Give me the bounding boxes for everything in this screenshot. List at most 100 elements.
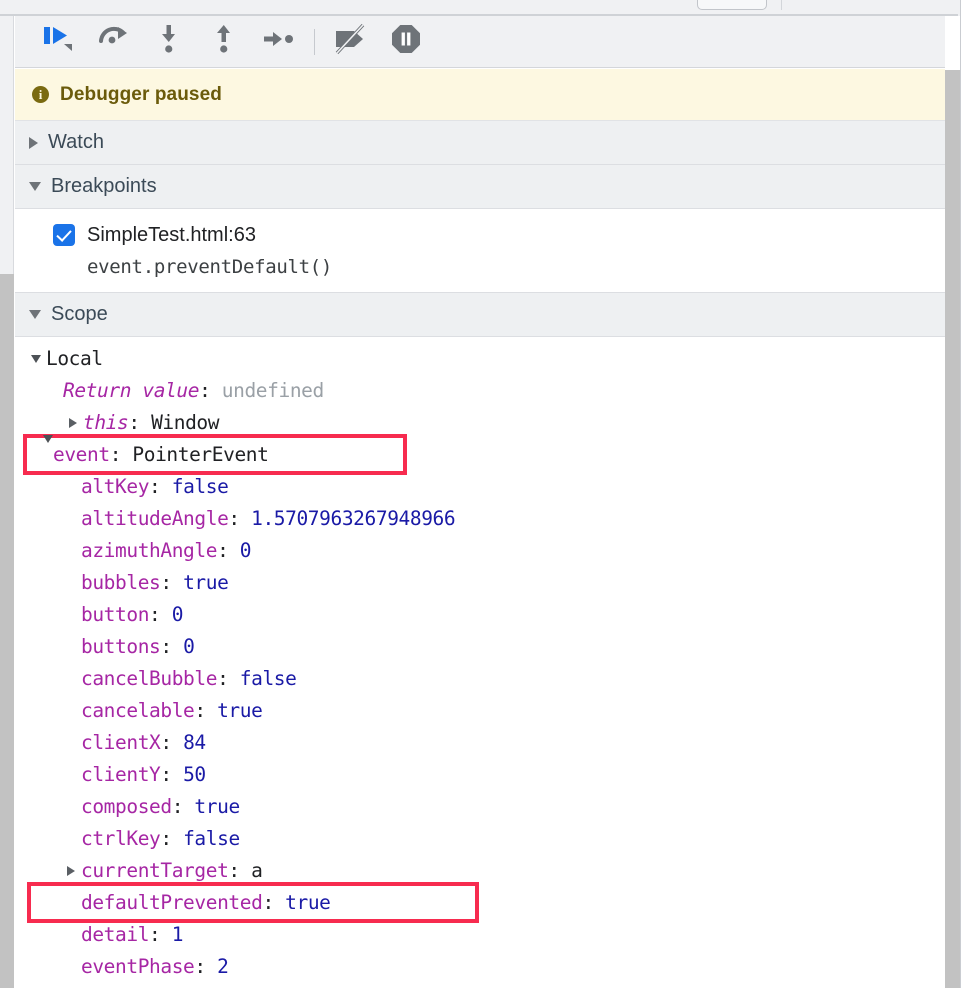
info-icon: i (32, 86, 49, 103)
step-button[interactable] (251, 20, 306, 64)
breakpoint-location: SimpleTest.html:63 (87, 223, 256, 246)
scope-entry-separator: : (217, 667, 240, 690)
scope-entry-key: clientY (81, 763, 161, 786)
scope-local-row[interactable]: Local (15, 343, 945, 375)
scope-entry-separator: : (160, 731, 184, 754)
scope-entry-separator: : (160, 827, 184, 850)
scope-entry-value: true (183, 571, 229, 594)
resume-script-execution-button[interactable] (31, 20, 86, 64)
scope-entry-separator: : (160, 635, 184, 658)
scope-entry-value: 0 (171, 603, 184, 626)
scope-entry-key: cancelable (81, 699, 195, 722)
scope-entry-key: buttons (81, 635, 161, 658)
scope-tree: Local Return value: undefined this: Windo… (15, 337, 945, 983)
scope-entry-key: currentTarget (81, 859, 229, 882)
deactivate-breakpoints-icon (332, 23, 370, 60)
scope-entry-separator: : (171, 795, 195, 818)
scope-entry-separator: : (160, 571, 184, 594)
step-out-of-current-function-button[interactable] (196, 20, 251, 64)
right-scrollbar-thumb[interactable] (945, 70, 960, 988)
scope-entry-separator: : (217, 539, 240, 562)
scope-entry-separator: : (109, 443, 133, 466)
scope-entry-ctrlKey[interactable]: ctrlKey: false (15, 823, 945, 855)
pause-on-exceptions-button[interactable] (378, 20, 433, 64)
scope-entry-separator: : (128, 411, 152, 434)
left-scrollbar-thumb[interactable] (0, 274, 14, 988)
scope-entry-separator: : (228, 507, 252, 530)
chevron-down-icon (29, 310, 41, 319)
scope-local-label: Local (46, 347, 103, 370)
scope-entry-separator: : (194, 955, 218, 978)
scope-entry-separator: : (194, 699, 218, 722)
scope-entry-this[interactable]: this: Window (15, 407, 945, 439)
right-scrollbar-track[interactable] (945, 70, 960, 988)
scope-entry-value: undefined (221, 379, 324, 402)
partial-button-above[interactable] (697, 0, 767, 10)
scope-entry-value: 2 (217, 955, 229, 978)
breakpoint-checkbox[interactable] (53, 224, 75, 246)
scope-entry-Return-value[interactable]: Return value: undefined (15, 375, 945, 407)
scope-entry-value: true (194, 795, 240, 818)
scope-entry-buttons[interactable]: buttons: 0 (15, 631, 945, 663)
scope-entry-value: 84 (183, 731, 206, 754)
scope-entry-altitudeAngle[interactable]: altitudeAngle: 1.5707963267948966 (15, 503, 945, 535)
scope-entry-separator: : (149, 475, 172, 498)
scope-entry-key: detail (81, 923, 150, 946)
scope-section-header[interactable]: Scope (15, 293, 945, 337)
breakpoint-code-snippet: event.preventDefault() (87, 256, 333, 278)
chevron-down-icon[interactable] (43, 435, 53, 471)
debugger-toolbar (15, 16, 945, 68)
scope-entry-value: 0 (239, 539, 252, 562)
toolbar-divider-tick (781, 0, 782, 10)
step-over-next-function-call-button[interactable] (86, 20, 141, 64)
scope-entry-currentTarget[interactable]: currentTarget: a (15, 855, 945, 887)
scope-section-title: Scope (51, 303, 108, 325)
scope-entry-value: Window (151, 411, 220, 434)
chevron-right-icon[interactable] (63, 418, 83, 428)
scope-entry-value: false (239, 667, 297, 690)
scope-entry-separator: : (149, 603, 172, 626)
scope-entry-separator: : (149, 923, 172, 946)
scope-entry-composed[interactable]: composed: true (15, 791, 945, 823)
chevron-right-icon[interactable] (61, 866, 81, 876)
scope-entry-value: 1 (171, 923, 184, 946)
scope-entry-value: true (285, 891, 331, 914)
scope-entry-key: altitudeAngle (81, 507, 229, 530)
breakpoints-section-header[interactable]: Breakpoints (15, 165, 945, 209)
scope-entry-key: ctrlKey (81, 827, 161, 850)
scope-entry-eventPhase[interactable]: eventPhase: 2 (15, 951, 945, 983)
scope-entry-value: a (251, 859, 263, 882)
scope-entry-clientX[interactable]: clientX: 84 (15, 727, 945, 759)
step-out-icon (211, 23, 237, 60)
breakpoints-section-title: Breakpoints (51, 175, 157, 197)
debugger-sidebar-panes: i Debugger paused Watch Breakpoints Simp… (15, 69, 945, 988)
scope-entry-cancelBubble[interactable]: cancelBubble: false (15, 663, 945, 695)
breakpoint-item[interactable]: SimpleTest.html:63 (15, 220, 945, 250)
breakpoints-list: SimpleTest.html:63 event.preventDefault(… (15, 209, 945, 293)
chevron-down-icon[interactable] (26, 355, 46, 363)
scope-entry-key: event (53, 443, 110, 466)
chevron-right-icon (29, 136, 38, 149)
watch-section-header[interactable]: Watch (15, 121, 945, 165)
scope-entry-separator: : (262, 891, 286, 914)
scope-entry-azimuthAngle[interactable]: azimuthAngle: 0 (15, 535, 945, 567)
toolbar-separator (314, 28, 315, 55)
scope-entry-button[interactable]: button: 0 (15, 599, 945, 631)
pause-on-exceptions-icon (390, 23, 422, 60)
scope-entry-key: altKey (81, 475, 150, 498)
scope-entry-key: bubbles (81, 571, 161, 594)
deactivate-breakpoints-button[interactable] (323, 20, 378, 64)
outer-panel-edge (960, 0, 972, 988)
scope-entry-bubbles[interactable]: bubbles: true (15, 567, 945, 599)
step-into-icon (156, 23, 182, 60)
scope-entry-key: defaultPrevented (81, 891, 263, 914)
chevron-down-icon (29, 182, 41, 191)
scope-entry-value: false (171, 475, 229, 498)
scope-entry-separator: : (228, 859, 252, 882)
scope-entry-altKey[interactable]: altKey: false (15, 471, 945, 503)
scope-entry-detail[interactable]: detail: 1 (15, 919, 945, 951)
scope-entry-cancelable[interactable]: cancelable: true (15, 695, 945, 727)
step-into-next-function-call-button[interactable] (141, 20, 196, 64)
scope-entry-clientY[interactable]: clientY: 50 (15, 759, 945, 791)
scope-entry-separator: : (199, 379, 222, 402)
